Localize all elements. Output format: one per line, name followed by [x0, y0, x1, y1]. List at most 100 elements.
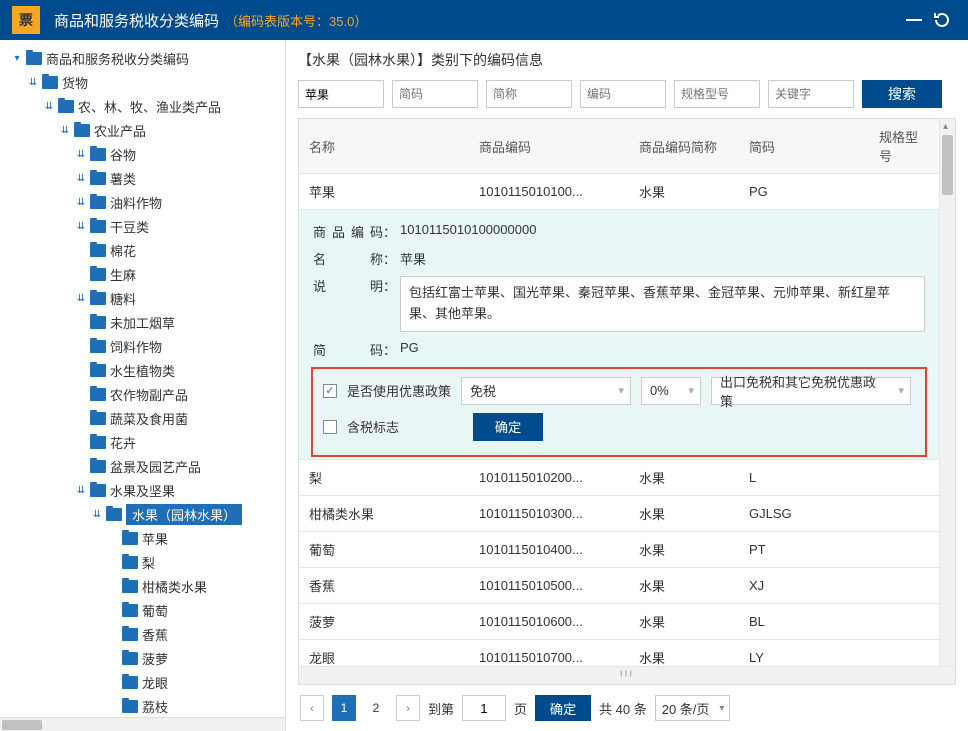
tree-node[interactable]: 棉花	[6, 238, 285, 262]
tree-node[interactable]: 荔枝	[6, 694, 285, 718]
rate-select[interactable]: 0%	[641, 377, 701, 405]
tree-node[interactable]: ⇊ 糖料	[6, 286, 285, 310]
folder-icon	[122, 652, 138, 665]
page-input[interactable]	[462, 695, 506, 721]
table-row[interactable]: 菠萝 1010115010600... 水果 BL	[299, 604, 939, 640]
tree-label: 香蕉	[142, 625, 168, 644]
page-1-button[interactable]: 1	[332, 695, 356, 721]
minimize-button[interactable]	[900, 6, 928, 34]
tree-node[interactable]: 生麻	[6, 262, 285, 286]
table-row[interactable]: 龙眼 1010115010700... 水果 LY	[299, 640, 939, 666]
tree-node[interactable]: 农作物副产品	[6, 382, 285, 406]
app-logo: 票	[12, 6, 40, 34]
tree-toggle-icon[interactable]: ⇊	[58, 125, 72, 136]
tree-toggle-icon[interactable]: ⇊	[26, 77, 40, 88]
policy-confirm-button[interactable]: 确定	[473, 413, 543, 441]
tree-node[interactable]: 水生植物类	[6, 358, 285, 382]
tree-label: 未加工烟草	[110, 313, 175, 332]
search-spec-input[interactable]	[674, 80, 760, 108]
tree-toggle-icon[interactable]: ⇊	[42, 101, 56, 112]
table-row[interactable]: 香蕉 1010115010500... 水果 XJ	[299, 568, 939, 604]
tree-node[interactable]: ⇊ 谷物	[6, 142, 285, 166]
tree-label: 蔬菜及食用菌	[110, 409, 188, 428]
search-name-input[interactable]	[298, 80, 384, 108]
table-v-scrollbar[interactable]	[939, 119, 955, 684]
tree-label: 油料作物	[110, 193, 162, 212]
table-row[interactable]: 苹果 1010115010100... 水果 PG	[299, 174, 939, 210]
tree-node[interactable]: 蔬菜及食用菌	[6, 406, 285, 430]
tree-node[interactable]: 未加工烟草	[6, 310, 285, 334]
tree-label: 薯类	[110, 169, 136, 188]
tree-node[interactable]: 梨	[6, 550, 285, 574]
tree-node[interactable]: 柑橘类水果	[6, 574, 285, 598]
tree-node[interactable]: 葡萄	[6, 598, 285, 622]
tree-node[interactable]: ⇊ 薯类	[6, 166, 285, 190]
tree-toggle-icon[interactable]: ⇊	[74, 197, 88, 208]
tree-toggle-icon[interactable]: ⇊	[74, 221, 88, 232]
table-row[interactable]: 葡萄 1010115010400... 水果 PT	[299, 532, 939, 568]
search-keyword-input[interactable]	[768, 80, 854, 108]
folder-icon	[90, 316, 106, 329]
tree-node[interactable]: ⇊ 干豆类	[6, 214, 285, 238]
policy-box: 是否使用优惠政策 免税 0% 出口免税和其它免税优惠政策 含税标志 确定	[311, 367, 927, 457]
folder-icon	[90, 196, 106, 209]
tree-node[interactable]: ▾ 商品和服务税收分类编码	[6, 46, 285, 70]
tax-flag-checkbox[interactable]	[323, 420, 337, 434]
result-table: 名称 商品编码 商品编码简称 简码 规格型号 苹果 1010115010100.…	[298, 118, 956, 685]
page-go-button[interactable]: 确定	[535, 695, 591, 721]
tree-label: 苹果	[142, 529, 168, 548]
tree-toggle-icon[interactable]: ⇊	[74, 173, 88, 184]
search-code-input[interactable]	[580, 80, 666, 108]
search-short-input[interactable]	[486, 80, 572, 108]
tree-toggle-icon[interactable]: ▾	[10, 53, 24, 64]
tree-toggle-icon[interactable]: ⇊	[90, 509, 104, 520]
sidebar-h-scrollbar[interactable]	[0, 717, 285, 731]
search-abbr-input[interactable]	[392, 80, 478, 108]
folder-icon	[122, 700, 138, 713]
tree-toggle-icon[interactable]: ⇊	[74, 149, 88, 160]
folder-icon	[122, 628, 138, 641]
use-policy-checkbox[interactable]	[323, 384, 337, 398]
tree-sidebar[interactable]: ▾ 商品和服务税收分类编码 ⇊ 货物 ⇊ 农、林、牧、渔业类产品 ⇊ 农业产品 …	[0, 40, 286, 731]
detail-panel: 商品编码：1010115010100000000 名 称：苹果 说 明：包括红富…	[299, 210, 939, 460]
tree-node[interactable]: 龙眼	[6, 670, 285, 694]
tree-node[interactable]: 香蕉	[6, 622, 285, 646]
page-prev-button[interactable]: ‹	[300, 695, 324, 721]
policy-select[interactable]: 免税	[461, 377, 631, 405]
col-code: 商品编码	[469, 129, 629, 164]
page-2-button[interactable]: 2	[364, 695, 388, 721]
tree-node[interactable]: ⇊ 油料作物	[6, 190, 285, 214]
tree-toggle-icon[interactable]: ⇊	[74, 485, 88, 496]
folder-icon	[74, 124, 90, 137]
tree-toggle-icon[interactable]: ⇊	[74, 293, 88, 304]
tree-node[interactable]: ⇊ 水果及坚果	[6, 478, 285, 502]
table-header: 名称 商品编码 商品编码简称 简码 规格型号	[299, 119, 939, 174]
folder-icon	[26, 52, 42, 65]
folder-icon	[122, 556, 138, 569]
detail-desc: 包括红富士苹果、国光苹果、秦冠苹果、香蕉苹果、金冠苹果、元帅苹果、新红星苹果、其…	[400, 276, 925, 332]
tree-node[interactable]: 盆景及园艺产品	[6, 454, 285, 478]
detail-name: 苹果	[400, 249, 925, 268]
tree-node[interactable]: 苹果	[6, 526, 285, 550]
tree-node[interactable]: 饲料作物	[6, 334, 285, 358]
tree-node[interactable]: 花卉	[6, 430, 285, 454]
folder-icon	[90, 268, 106, 281]
table-h-scrollbar[interactable]	[299, 666, 955, 684]
search-button[interactable]: 搜索	[862, 80, 942, 108]
folder-icon	[90, 172, 106, 185]
table-row[interactable]: 梨 1010115010200... 水果 L	[299, 460, 939, 496]
policy-extra-select[interactable]: 出口免税和其它免税优惠政策	[711, 377, 911, 405]
tree-node[interactable]: ⇊ 农、林、牧、渔业类产品	[6, 94, 285, 118]
page-next-button[interactable]: ›	[396, 695, 420, 721]
tree-node[interactable]: 菠萝	[6, 646, 285, 670]
tree-label: 棉花	[110, 241, 136, 260]
tree-node[interactable]: ⇊ 水果（园林水果）	[6, 502, 285, 526]
tax-flag-label: 含税标志	[347, 417, 399, 436]
folder-icon	[90, 220, 106, 233]
folder-icon	[90, 244, 106, 257]
table-row[interactable]: 柑橘类水果 1010115010300... 水果 GJLSG	[299, 496, 939, 532]
page-size-select[interactable]: 20 条/页	[655, 695, 731, 721]
back-button[interactable]	[928, 6, 956, 34]
tree-node[interactable]: ⇊ 货物	[6, 70, 285, 94]
tree-node[interactable]: ⇊ 农业产品	[6, 118, 285, 142]
